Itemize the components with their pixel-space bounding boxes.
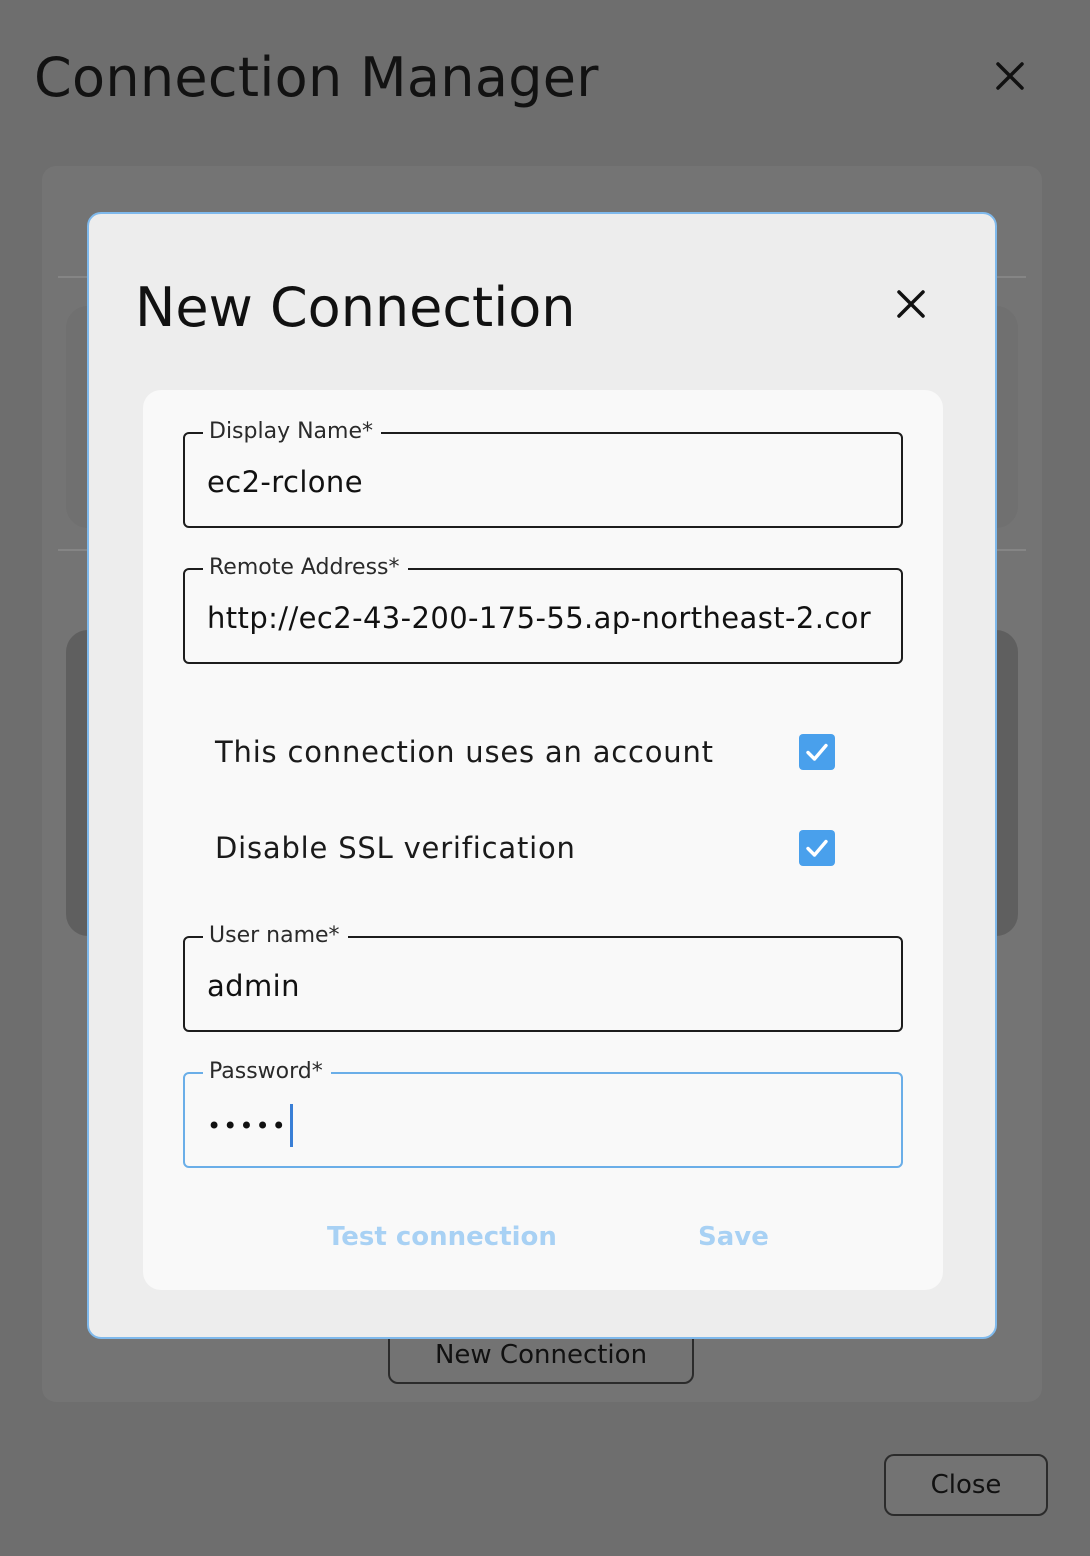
disable-ssl-label: Disable SSL verification bbox=[215, 831, 576, 865]
password-label: Password* bbox=[203, 1057, 331, 1087]
uses-account-row[interactable]: This connection uses an account bbox=[215, 728, 835, 776]
password-value: ••••• bbox=[207, 1104, 879, 1150]
manager-close-icon[interactable] bbox=[990, 56, 1030, 96]
dialog-close-icon[interactable] bbox=[891, 284, 931, 324]
uses-account-label: This connection uses an account bbox=[215, 735, 714, 769]
checkmark-icon bbox=[806, 743, 828, 761]
user-name-field[interactable]: User name* admin bbox=[183, 921, 903, 1032]
test-connection-button[interactable]: Test connection bbox=[327, 1222, 557, 1252]
display-name-label: Display Name* bbox=[203, 417, 381, 447]
connection-form: Display Name* ec2-rclone Remote Address*… bbox=[143, 390, 943, 1290]
new-connection-dialog: New Connection Display Name* ec2-rclone … bbox=[87, 212, 997, 1339]
disable-ssl-row[interactable]: Disable SSL verification bbox=[215, 824, 835, 872]
save-button[interactable]: Save bbox=[698, 1222, 769, 1252]
remote-address-label: Remote Address* bbox=[203, 553, 408, 583]
manager-title: Connection Manager bbox=[34, 46, 599, 109]
remote-address-field[interactable]: Remote Address* http://ec2-43-200-175-55… bbox=[183, 553, 903, 664]
text-caret bbox=[289, 1104, 293, 1147]
user-name-label: User name* bbox=[203, 921, 348, 951]
dialog-title: New Connection bbox=[135, 276, 576, 339]
password-field[interactable]: Password* ••••• bbox=[183, 1057, 903, 1168]
uses-account-checkbox[interactable] bbox=[799, 734, 835, 770]
remote-address-value: http://ec2-43-200-175-55.ap-northeast-2.… bbox=[207, 601, 872, 635]
checkmark-icon bbox=[806, 839, 828, 857]
display-name-field[interactable]: Display Name* ec2-rclone bbox=[183, 417, 903, 528]
user-name-value: admin bbox=[207, 969, 300, 1003]
close-button[interactable]: Close bbox=[884, 1454, 1048, 1516]
display-name-value: ec2-rclone bbox=[207, 465, 363, 499]
disable-ssl-checkbox[interactable] bbox=[799, 830, 835, 866]
password-mask: ••••• bbox=[207, 1112, 288, 1140]
